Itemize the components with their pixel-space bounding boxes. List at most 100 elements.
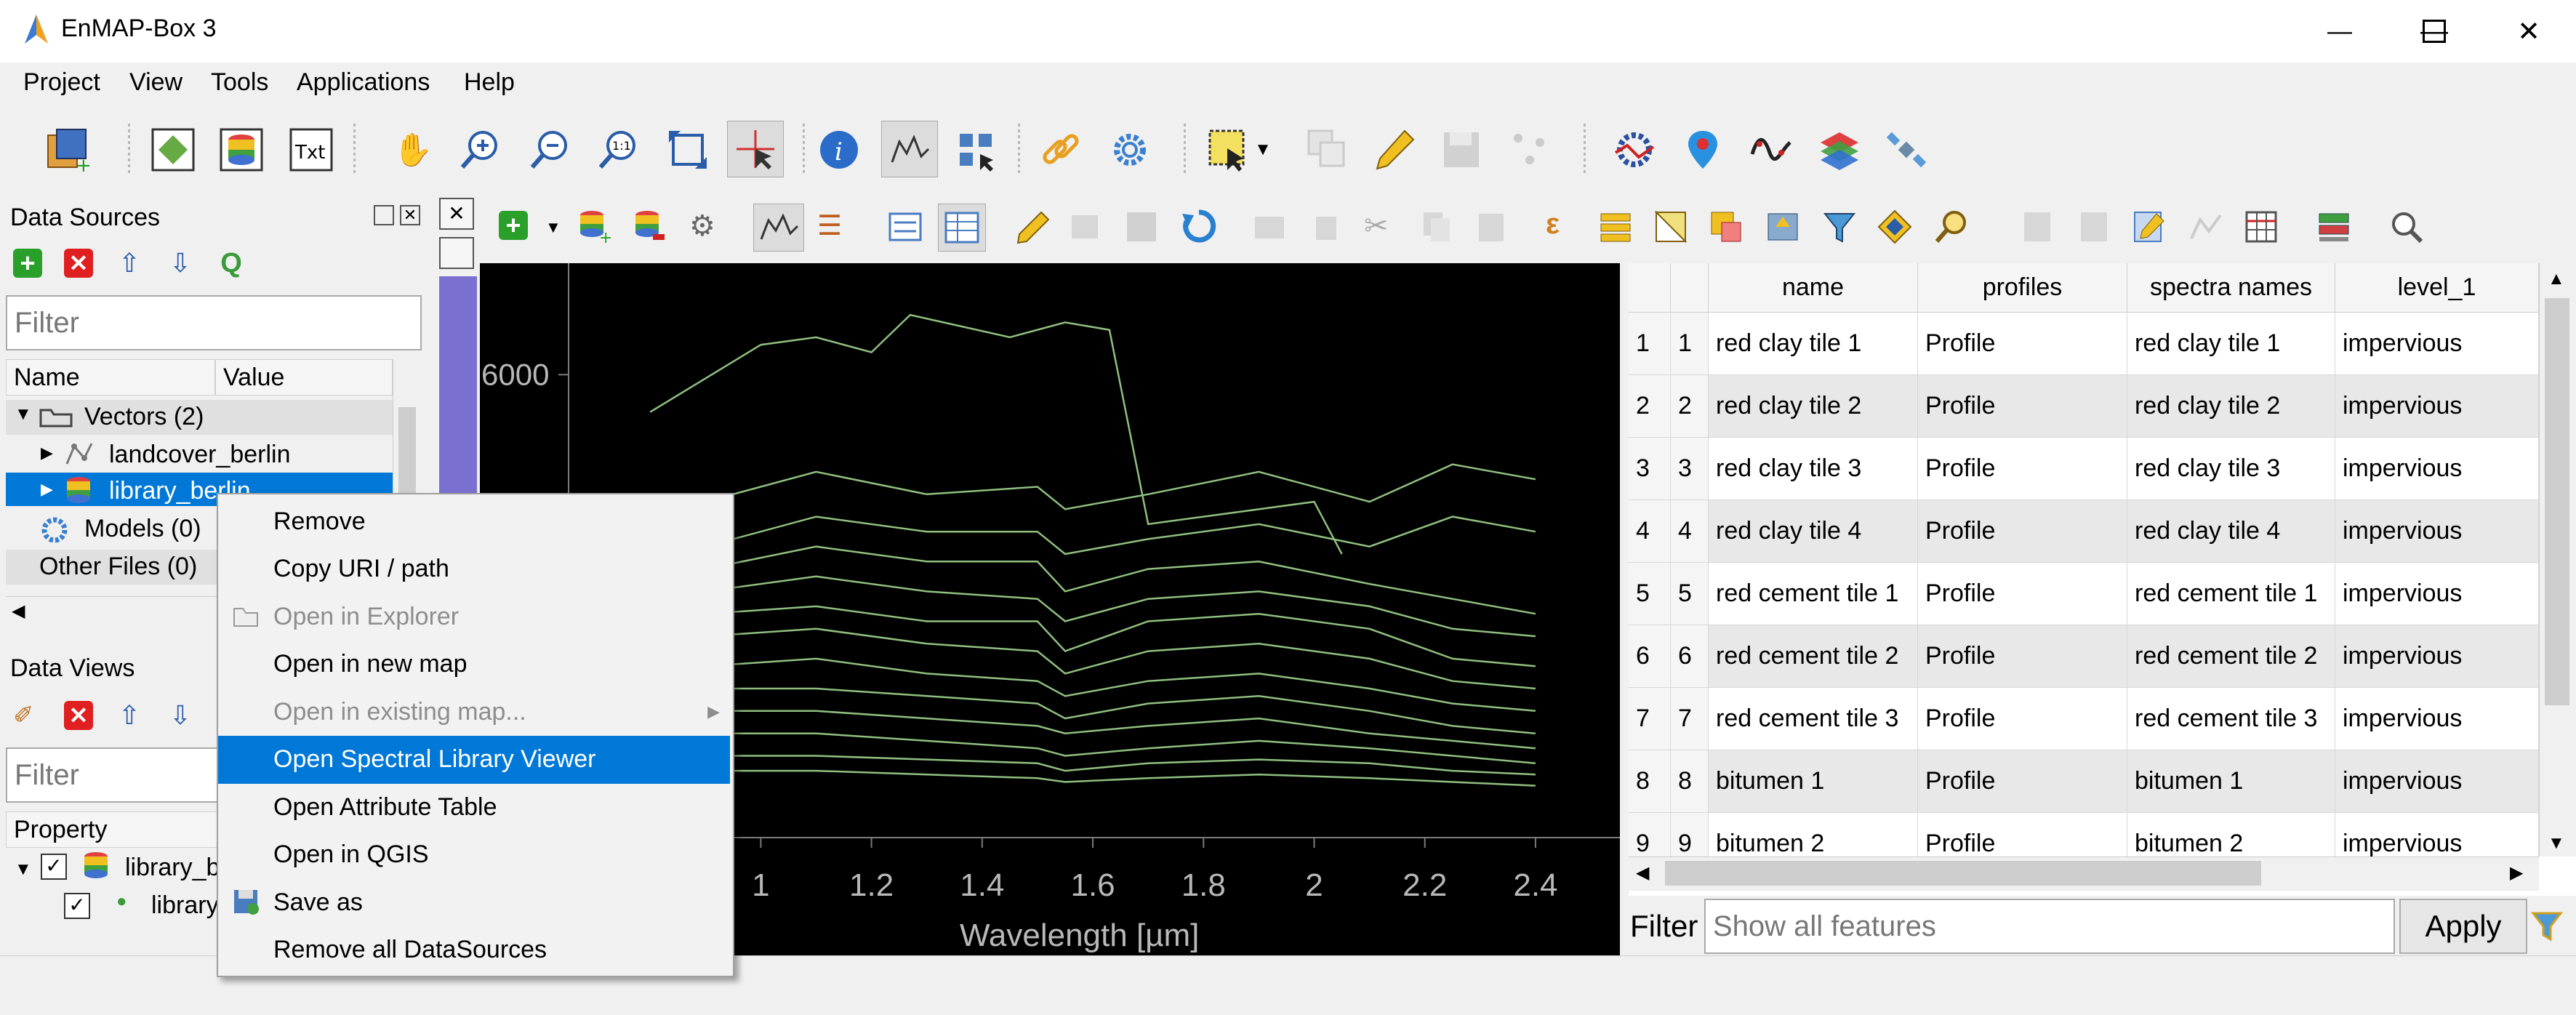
table-corner-header[interactable] [1629,263,1671,313]
add-data-source-icon[interactable]: + [39,122,95,177]
profile-view-toggle[interactable] [753,204,804,252]
cell-name[interactable]: red clay tile 3 [1709,438,1918,500]
new-text-view-icon[interactable]: Txt [284,122,339,177]
conditional-format-icon[interactable] [2316,209,2351,244]
cell-level1[interactable]: impervious [2335,750,2539,813]
cell-profiles[interactable]: Profile [1918,750,2127,813]
table-fid-header[interactable] [1671,263,1709,313]
zoom-to-selection-icon[interactable] [1934,209,1969,244]
context-menu-item-open-in-qgis[interactable]: Open in QGIS [218,831,730,879]
library-settings-icon[interactable]: ⚙ [689,209,715,243]
menu-view[interactable]: View [129,68,182,97]
row-header[interactable]: 8 [1629,750,1671,813]
select-features-icon[interactable] [1201,122,1256,177]
cell-profiles[interactable]: Profile [1918,375,2127,438]
zoom-full-icon[interactable] [660,122,715,177]
form-view-icon[interactable] [888,212,922,241]
spectral-profile-icon[interactable] [881,121,938,177]
cell-name[interactable]: bitumen 1 [1709,750,1918,813]
scroll-down-icon[interactable]: ▼ [2548,833,2565,854]
spectral-profile-line-2[interactable] [622,463,1536,570]
row-header[interactable]: 7 [1629,688,1671,750]
row-header[interactable]: 3 [1629,438,1671,500]
context-menu-item-open-attribute-table[interactable]: Open Attribute Table [218,783,730,831]
cell-level1[interactable]: impervious [2335,375,2539,438]
close-button[interactable]: ✕ [2481,0,2576,63]
identify-info-icon[interactable]: i [811,122,867,177]
row-header[interactable]: 1 [1629,313,1671,375]
cell-level1[interactable]: impervious [2335,563,2539,625]
crosshair-map-icon[interactable] [948,122,1003,177]
cell-name[interactable]: red cement tile 2 [1709,625,1918,688]
table-view-toggle[interactable] [938,204,986,252]
move-selection-top-icon[interactable] [1765,209,1800,244]
cell-level1[interactable]: impervious [2335,500,2539,563]
dock-close-button[interactable]: ✕ [439,198,474,230]
feature-id[interactable]: 4 [1671,500,1709,563]
cell-profiles[interactable]: Profile [1918,625,2127,688]
pan-hand-icon[interactable]: ✋ [385,122,441,177]
location-pin-icon[interactable] [1675,122,1730,177]
cell-name[interactable]: red cement tile 1 [1709,563,1918,625]
cell-spectra-name[interactable]: red clay tile 4 [2127,500,2335,563]
spectral-curve-icon[interactable] [1744,122,1799,177]
sort-bars-icon[interactable]: ☰ [817,209,842,242]
view-sub-item-library[interactable]: library [151,891,219,920]
cell-name[interactable]: red clay tile 4 [1709,500,1918,563]
layer-visibility-checkbox[interactable]: ✓ [64,893,90,919]
layers-icon[interactable] [1812,122,1867,177]
collapse-views-button[interactable]: ⇧ [115,701,144,730]
table-header-name[interactable]: name [1709,263,1918,313]
filter-funnel-icon[interactable] [2530,909,2564,942]
expression-select-icon[interactable]: ε [1546,208,1560,241]
float-panel-button[interactable] [374,205,394,225]
select-all-icon[interactable] [1598,209,1633,244]
context-menu-item-open-spectral-library-viewer[interactable]: Open Spectral Library Viewer [218,735,730,784]
scroll-up-icon[interactable]: ▲ [2548,269,2565,289]
new-spectral-library-icon[interactable] [214,122,269,177]
spectral-profile-line-13[interactable] [622,769,1536,787]
add-profile-dropdown-icon[interactable]: ▼ [545,218,561,237]
menu-tools[interactable]: Tools [211,68,268,97]
cell-profiles[interactable]: Profile [1918,563,2127,625]
invert-selection-icon[interactable] [1653,209,1688,244]
tree-layer-landcover[interactable]: landcover_berlin [109,441,291,469]
context-menu-item-open-in-new-map[interactable]: Open in new map [218,641,730,689]
cell-profiles[interactable]: Profile [1918,500,2127,563]
select-dropdown-chevron-icon[interactable]: ▼ [1252,122,1274,177]
scroll-left-icon[interactable]: ◀ [12,601,25,622]
context-menu-item-remove[interactable]: Remove [218,497,730,545]
chevron-right-icon[interactable]: ▶ [41,444,53,462]
chevron-down-icon[interactable]: ▼ [15,404,32,425]
feature-id[interactable]: 6 [1671,625,1709,688]
feature-id[interactable]: 5 [1671,563,1709,625]
menu-project[interactable]: Project [23,68,100,97]
feature-id[interactable]: 3 [1671,438,1709,500]
feature-filter-input[interactable]: Show all features [1704,899,2395,954]
row-header[interactable]: 4 [1629,500,1671,563]
cell-level1[interactable]: impervious [2335,438,2539,500]
add-profile-button[interactable]: + [499,211,528,240]
pan-to-selection-icon[interactable] [1877,209,1912,244]
cell-spectra-name[interactable]: red clay tile 3 [2127,438,2335,500]
cell-name[interactable]: red clay tile 1 [1709,313,1918,375]
context-menu-item-save-as[interactable]: Save as [218,878,730,926]
table-hscrollbar-thumb[interactable] [1665,861,2261,886]
feature-id[interactable]: 7 [1671,688,1709,750]
remove-view-button[interactable]: ✕ [64,701,93,730]
context-menu-item-copy-uri-path[interactable]: Copy URI / path [218,545,730,593]
cell-spectra-name[interactable]: bitumen 1 [2127,750,2335,813]
feature-id[interactable]: 2 [1671,375,1709,438]
cell-spectra-name[interactable]: red cement tile 2 [2127,625,2335,688]
menu-help[interactable]: Help [464,68,515,97]
expand-all-button[interactable]: ⇩ [166,249,195,278]
data-sources-filter-input[interactable]: Filter [6,295,422,350]
table-vscrollbar-thumb[interactable] [2545,298,2569,705]
feature-id[interactable]: 8 [1671,750,1709,813]
cell-spectra-name[interactable]: red cement tile 1 [2127,563,2335,625]
context-menu-item-remove-all-datasources[interactable]: Remove all DataSources [218,926,730,974]
new-map-icon[interactable] [145,122,201,177]
row-header[interactable]: 5 [1629,563,1671,625]
spectral-profile-line-1[interactable] [649,313,1343,555]
chevron-right-icon[interactable]: ▶ [41,480,53,499]
